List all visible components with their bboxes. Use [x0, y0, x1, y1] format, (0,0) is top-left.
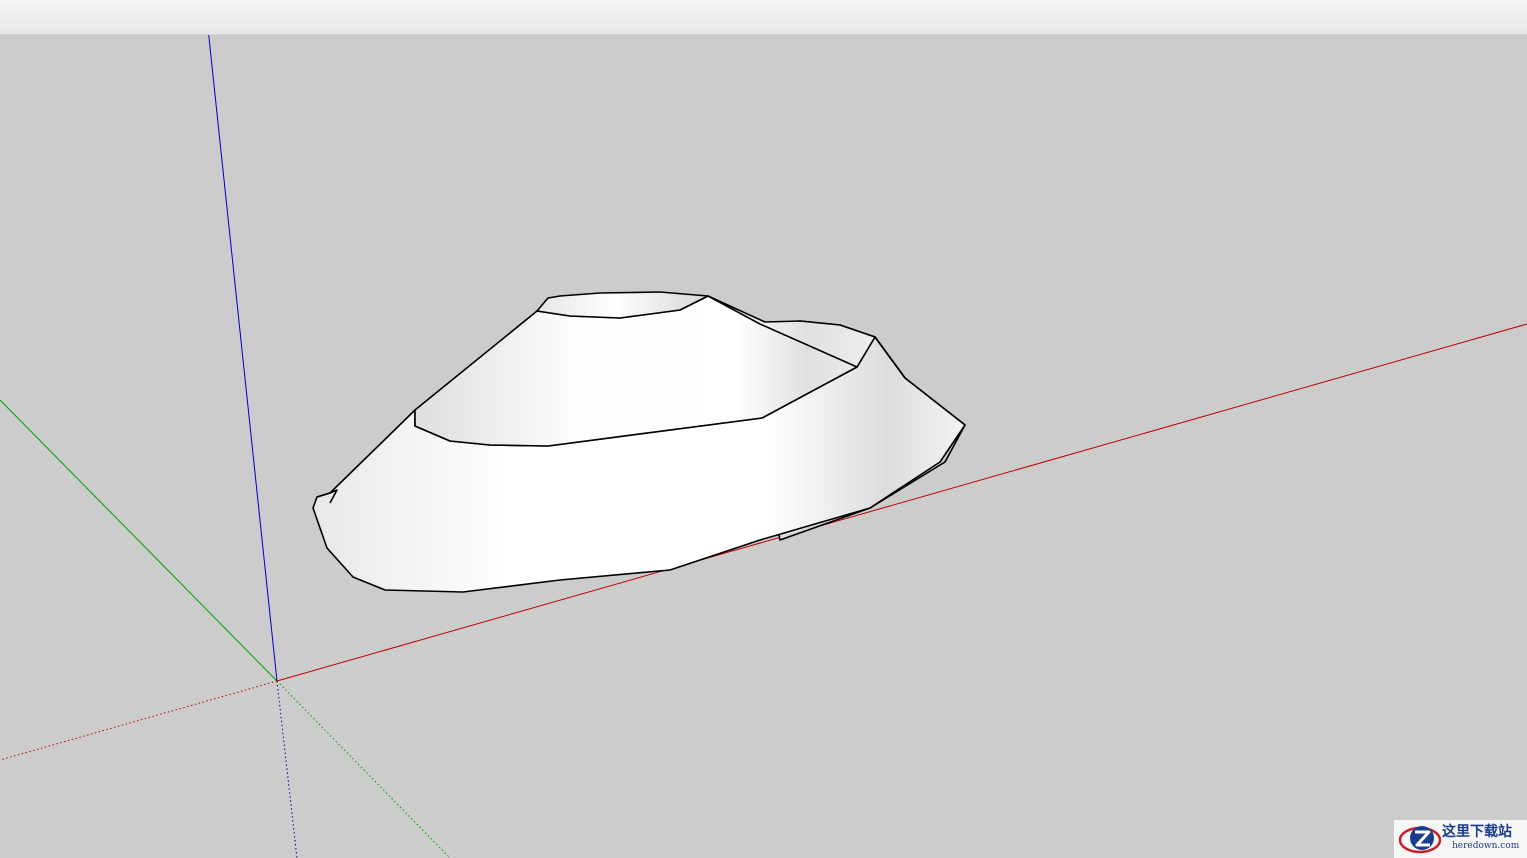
watermark-badge: 这里下载站 heredown.com — [1394, 820, 1527, 858]
viewport-canvas[interactable] — [0, 35, 1527, 858]
green-axis-positive — [0, 399, 278, 682]
red-axis-negative — [0, 680, 278, 761]
heredown-z-logo-icon — [1398, 826, 1442, 854]
modeling-viewport[interactable] — [0, 35, 1527, 858]
sketchup-window: 这里下载站 heredown.com — [0, 0, 1527, 858]
3d-mound-model-icon[interactable] — [312, 291, 966, 593]
blue-axis-positive — [208, 35, 278, 682]
green-axis-negative — [276, 680, 451, 858]
blue-axis-negative — [276, 680, 298, 858]
watermark-url: heredown.com — [1452, 841, 1520, 851]
watermark-title: 这里下载站 — [1442, 824, 1512, 840]
toolbar-strip — [0, 0, 1527, 35]
